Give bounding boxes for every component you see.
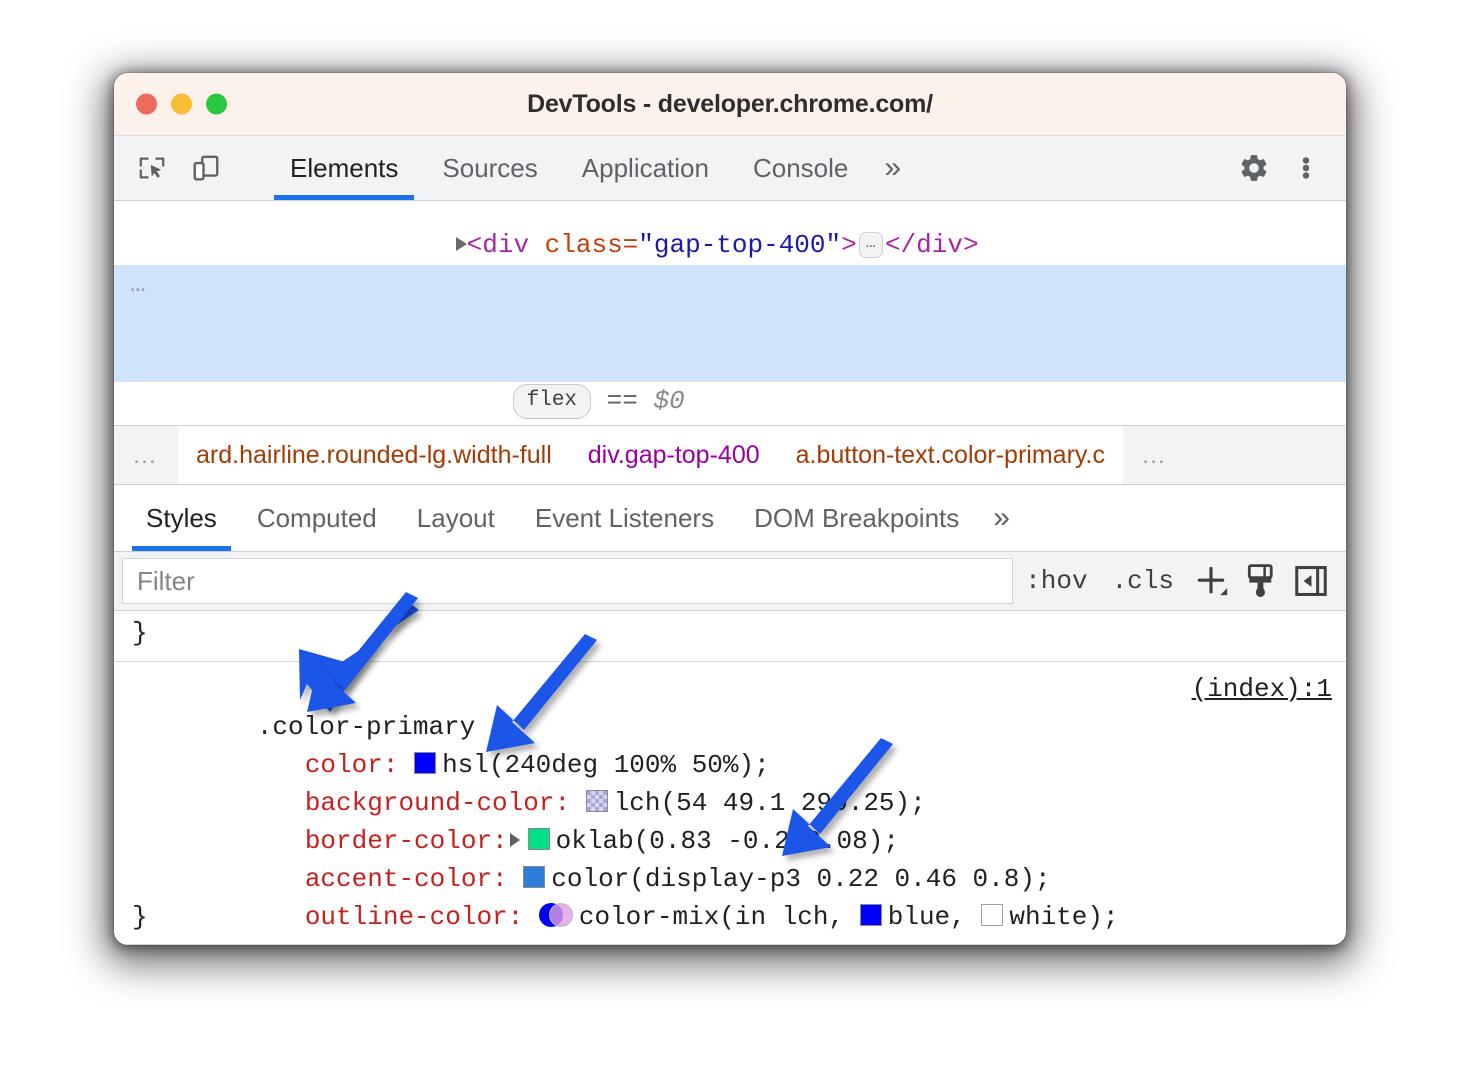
window-title: DevTools - developer.chrome.com/	[114, 90, 1346, 119]
row-overflow-dots[interactable]: …	[130, 265, 148, 304]
dom-node-row-selected[interactable]: material-button" href="/blog/insider-dec…	[114, 304, 1346, 343]
css-rule-closing-brace: }	[132, 898, 1346, 936]
breadcrumb-item-card[interactable]: ard.hairline.rounded-lg.width-full	[178, 426, 570, 484]
more-sidebar-tabs-icon[interactable]: »	[979, 485, 1024, 551]
css-selector-row[interactable]: .color-primary { (index):1	[132, 670, 1346, 708]
paintbrush-icon[interactable]	[1236, 558, 1286, 604]
inspect-element-icon[interactable]	[130, 146, 174, 190]
dom-node-row[interactable]: <div class="gap-top-400">…</div>	[114, 201, 1346, 226]
toggle-hover-state-button[interactable]: :hov	[1013, 566, 1099, 596]
devtools-main-toolbar: Elements Sources Application Console »	[114, 136, 1346, 201]
tab-elements[interactable]: Elements	[268, 136, 420, 200]
css-declaration-background-color[interactable]: background-color: lch(54 49.1 290.25);	[132, 746, 1346, 784]
kebab-menu-icon[interactable]	[1284, 146, 1328, 190]
styles-rules-pane[interactable]: } .color-primary { (index):1 color: hsl(…	[114, 611, 1346, 945]
more-tabs-icon[interactable]: »	[870, 136, 915, 200]
breadcrumb-overflow-left[interactable]: …	[114, 426, 178, 484]
devtools-window: DevTools - developer.chrome.com/ Element…	[114, 73, 1346, 945]
css-declaration-accent-color[interactable]: accent-color: color(display-p3 0.22 0.46…	[132, 822, 1346, 860]
gear-icon[interactable]	[1232, 146, 1276, 190]
toggle-class-button[interactable]: .cls	[1100, 566, 1186, 596]
css-declaration-outline-color[interactable]: outline-color: color-mix(in lch, blue, w…	[132, 860, 1346, 898]
tab-layout[interactable]: Layout	[397, 485, 515, 551]
tab-styles[interactable]: Styles	[126, 485, 237, 551]
css-rule-color-primary[interactable]: .color-primary { (index):1 color: hsl(24…	[114, 662, 1346, 945]
tab-application[interactable]: Application	[560, 136, 731, 200]
dom-tree[interactable]: <div class="gap-top-400">…</div> <div cl…	[114, 201, 1346, 425]
window-controls	[136, 94, 227, 115]
toolbar-left-icons	[114, 136, 268, 200]
css-rule-truncated[interactable]: }	[114, 611, 1346, 662]
css-declaration-color[interactable]: color: hsl(240deg 100% 50%);	[132, 708, 1346, 746]
css-declaration-border-color[interactable]: border-color:oklab(0.83 -0.2 0.08);	[132, 784, 1346, 822]
filter-input[interactable]: Filter	[122, 558, 1013, 604]
panel-tabs: Elements Sources Application Console »	[268, 136, 915, 200]
window-titlebar: DevTools - developer.chrome.com/	[114, 73, 1346, 136]
tab-console[interactable]: Console	[731, 136, 870, 200]
plus-icon[interactable]	[1186, 558, 1236, 604]
breadcrumb-item-div[interactable]: div.gap-top-400	[570, 426, 778, 484]
tab-computed[interactable]: Computed	[237, 485, 397, 551]
close-window-button[interactable]	[136, 94, 157, 115]
dom-node-badge-row[interactable]: flex == $0	[114, 343, 1346, 382]
toolbar-right-icons	[1194, 136, 1346, 200]
css-origin-link[interactable]: (index):1	[1192, 670, 1332, 708]
dom-node-row[interactable]: <div class="gap-top-400">	[114, 226, 1346, 265]
breadcrumb[interactable]: … ard.hairline.rounded-lg.width-full div…	[114, 425, 1346, 485]
dom-node-row[interactable]: </div>	[114, 382, 1346, 421]
tab-sources[interactable]: Sources	[420, 136, 559, 200]
dom-node-row-selected[interactable]: …<a class="button-text color-primary dis…	[114, 265, 1346, 304]
maximize-window-button[interactable]	[206, 94, 227, 115]
tab-dom-breakpoints[interactable]: DOM Breakpoints	[734, 485, 979, 551]
styles-filter-bar: Filter :hov .cls	[114, 552, 1346, 611]
breadcrumb-overflow-right[interactable]: …	[1123, 426, 1187, 484]
breadcrumb-item-anchor[interactable]: a.button-text.color-primary.c	[778, 426, 1123, 484]
toggle-sidebar-icon[interactable]	[1286, 558, 1336, 604]
tab-event-listeners[interactable]: Event Listeners	[515, 485, 734, 551]
css-rule-closing-brace: }	[132, 611, 1346, 655]
device-toolbar-icon[interactable]	[184, 146, 228, 190]
styles-sidebar-tabs: Styles Computed Layout Event Listeners D…	[114, 485, 1346, 552]
minimize-window-button[interactable]	[171, 94, 192, 115]
